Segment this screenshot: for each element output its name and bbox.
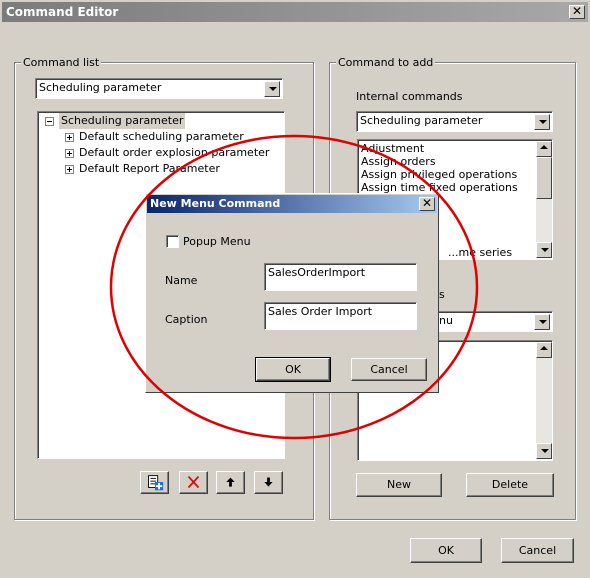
tree-node-label: Scheduling parameter xyxy=(59,113,186,129)
chevron-down-icon[interactable] xyxy=(264,81,280,97)
expand-icon[interactable] xyxy=(65,133,74,142)
dialog-cancel-button[interactable]: Cancel xyxy=(351,358,427,381)
window-title-bar: Command Editor ✕ xyxy=(2,2,588,22)
list-item[interactable]: ...me series xyxy=(448,246,512,259)
dialog-close-button[interactable]: ✕ xyxy=(419,197,435,211)
scroll-down-icon[interactable] xyxy=(536,242,552,258)
tree-node-label: Default Report Parameter xyxy=(79,162,220,175)
tree-node-label: Default scheduling parameter xyxy=(79,130,244,143)
arrow-down-icon xyxy=(264,477,273,487)
chevron-down-icon[interactable] xyxy=(534,314,550,330)
add-command-icon xyxy=(148,475,164,491)
add-command-button[interactable] xyxy=(140,471,169,494)
list-item[interactable]: Assign privileged operations xyxy=(361,168,517,181)
delete-command-button[interactable] xyxy=(179,471,208,494)
command-list-combo[interactable]: Scheduling parameter xyxy=(35,78,283,99)
scroll-down-icon[interactable] xyxy=(536,443,552,459)
scroll-thumb[interactable] xyxy=(536,157,552,199)
collapse-icon[interactable] xyxy=(45,117,54,126)
chevron-down-icon[interactable] xyxy=(534,114,550,130)
close-icon: ✕ xyxy=(421,196,433,210)
delete-button[interactable]: Delete xyxy=(466,473,554,497)
command-list-combo-value: Scheduling parameter xyxy=(39,81,162,94)
vertical-scrollbar[interactable] xyxy=(536,141,552,258)
scroll-up-icon[interactable] xyxy=(536,141,552,157)
command-list-legend: Command list xyxy=(21,56,102,69)
new-menu-command-dialog: New Menu Command ✕ Popup Menu Name Sales… xyxy=(145,193,439,393)
expand-icon[interactable] xyxy=(65,165,74,174)
command-editor-window: Command Editor ✕ Command list Scheduling… xyxy=(0,0,590,578)
close-icon: ✕ xyxy=(571,4,583,18)
internal-commands-label: Internal commands xyxy=(356,90,463,103)
dialog-ok-button[interactable]: OK xyxy=(255,357,331,382)
caption-label: Caption xyxy=(165,313,208,326)
arrow-up-icon xyxy=(226,477,235,487)
command-to-add-legend: Command to add xyxy=(336,56,436,69)
vertical-scrollbar[interactable] xyxy=(536,342,552,459)
popup-menu-label: Popup Menu xyxy=(183,235,251,248)
new-button[interactable]: New xyxy=(356,473,442,497)
internal-commands-combo-value: Scheduling parameter xyxy=(360,114,483,127)
tree-node-label: Default order explosion parameter xyxy=(79,146,270,159)
dialog-title-bar: New Menu Command ✕ xyxy=(147,195,437,213)
list-item[interactable]: Assign orders xyxy=(361,155,436,168)
internal-commands-combo[interactable]: Scheduling parameter xyxy=(356,111,553,132)
cancel-button[interactable]: Cancel xyxy=(501,538,574,563)
ok-button[interactable]: OK xyxy=(410,538,482,563)
window-title: Command Editor xyxy=(6,5,119,19)
move-down-button[interactable] xyxy=(254,471,283,494)
second-combo-value: nu xyxy=(439,314,453,327)
move-up-button[interactable] xyxy=(216,471,245,494)
popup-menu-checkbox[interactable] xyxy=(166,235,179,248)
name-field[interactable]: SalesOrderImport xyxy=(264,263,417,291)
dialog-title: New Menu Command xyxy=(150,197,281,210)
caption-field[interactable]: Sales Order Import xyxy=(264,302,417,330)
scroll-up-icon[interactable] xyxy=(536,342,552,358)
list-item[interactable]: Adjustment xyxy=(361,142,424,155)
delete-icon xyxy=(187,475,200,489)
expand-icon[interactable] xyxy=(65,149,74,158)
window-close-button[interactable]: ✕ xyxy=(569,5,585,19)
second-list-label: s xyxy=(439,288,445,301)
name-label: Name xyxy=(165,274,198,287)
